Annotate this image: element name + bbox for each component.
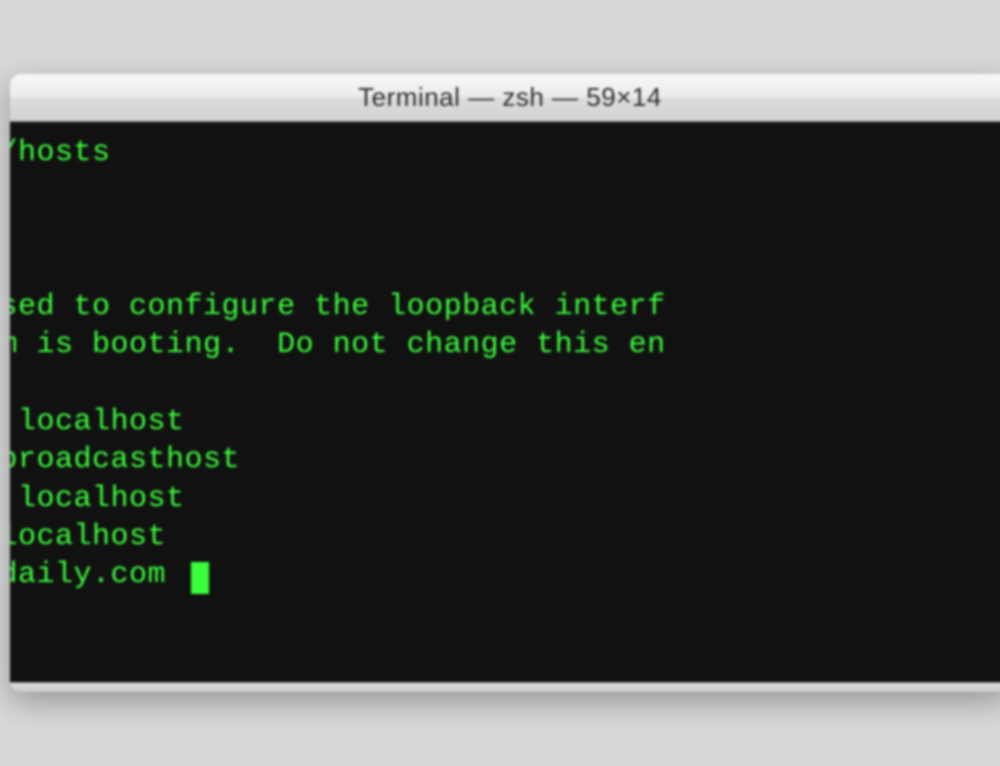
terminal-body[interactable]: at /etc/hosts tabase st is used to confi…: [10, 122, 1000, 682]
cursor: [191, 562, 209, 594]
window-title: Terminal — zsh — 59×14: [358, 82, 662, 113]
terminal-window: Terminal — zsh — 59×14 at /etc/hosts tab…: [10, 74, 1000, 692]
terminal-line: e system is booting. Do not change this …: [10, 328, 666, 362]
terminal-line: localhost: [10, 482, 185, 516]
terminal-line: at /etc/hosts: [10, 136, 111, 170]
terminal-line: ool osxdaily.com: [10, 558, 185, 592]
terminal-line: 55.255 broadcasthost: [10, 443, 240, 477]
title-bar[interactable]: Terminal — zsh — 59×14: [10, 74, 1000, 122]
terminal-line: o0 localhost: [10, 520, 166, 554]
terminal-line: st is used to configure the loopback int…: [10, 290, 666, 324]
window-bottom-edge: [10, 682, 1000, 692]
terminal-line: localhost: [10, 405, 185, 439]
